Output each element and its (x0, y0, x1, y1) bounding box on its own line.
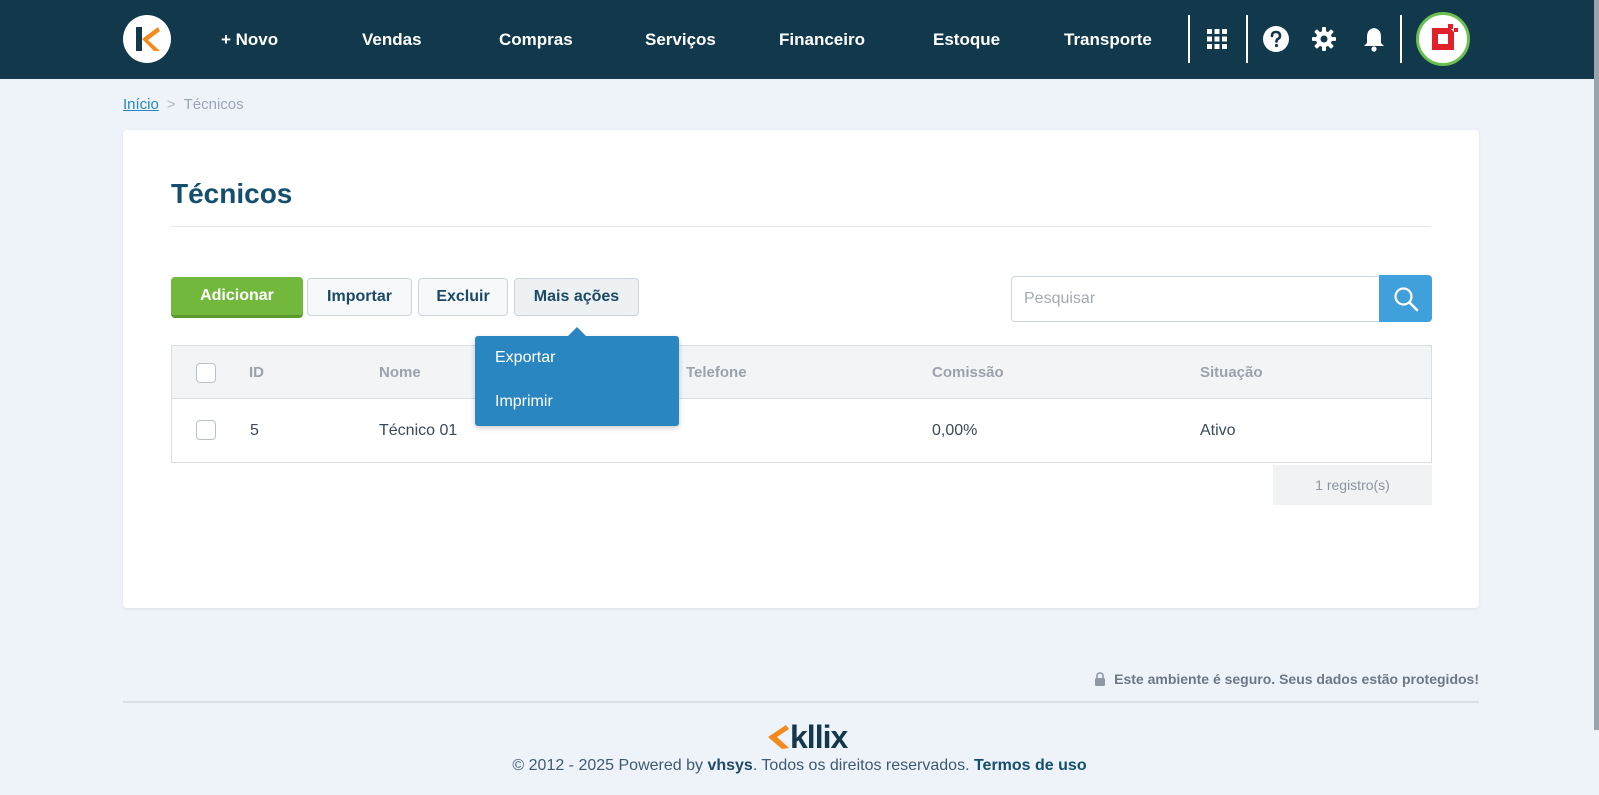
menu-item-exportar[interactable]: Exportar (495, 349, 555, 367)
table-row[interactable]: 5 Técnico 01 0,00% Ativo (172, 399, 1431, 462)
title-divider (171, 226, 1431, 227)
search-button[interactable] (1379, 275, 1432, 322)
column-header-comissao[interactable]: Comissão (932, 346, 1004, 399)
column-header-id[interactable]: ID (249, 346, 264, 399)
help-icon[interactable] (1262, 25, 1290, 53)
select-all-checkbox[interactable] (196, 363, 216, 383)
gear-icon[interactable] (1310, 25, 1338, 53)
bell-icon[interactable] (1360, 25, 1388, 53)
breadcrumb: Início > Técnicos (123, 96, 244, 113)
table-header: ID Nome Telefone Comissão Situação (172, 346, 1431, 399)
copyright-suffix: . Todos os direitos reservados. (752, 757, 970, 774)
page-scrollbar[interactable] (1594, 0, 1599, 730)
breadcrumb-current: Técnicos (183, 96, 244, 113)
nav-divider (1246, 15, 1248, 63)
nav-estoque[interactable]: Estoque (933, 0, 1000, 79)
record-count: 1 registro(s) (1273, 465, 1432, 505)
cell-comissao: 0,00% (932, 422, 978, 439)
nav-servicos[interactable]: Serviços (645, 0, 716, 79)
brand-name: vhsys (707, 757, 753, 774)
search-icon (1393, 286, 1418, 311)
delete-button[interactable]: Excluir (418, 278, 508, 316)
menu-item-imprimir[interactable]: Imprimir (495, 393, 553, 411)
app-logo[interactable] (123, 15, 171, 63)
cell-situacao: Ativo (1200, 422, 1236, 439)
secure-notice: Este ambiente é seguro. Seus dados estão… (1094, 671, 1479, 687)
kllix-logo-icon (136, 27, 160, 51)
breadcrumb-separator: > (166, 96, 176, 113)
footer-logo: kllix (766, 719, 848, 755)
main-card: Técnicos Adicionar Importar Excluir Mais… (123, 130, 1479, 608)
terms-of-use-link[interactable]: Termos de uso (974, 757, 1087, 774)
footer-divider (123, 701, 1479, 703)
lock-icon (1095, 671, 1106, 686)
add-button[interactable]: Adicionar (171, 277, 303, 318)
cell-id: 5 (250, 422, 259, 439)
company-logo-icon (1432, 24, 1458, 50)
column-header-nome[interactable]: Nome (379, 346, 421, 399)
kllix-logo-icon (768, 725, 789, 749)
avatar[interactable] (1416, 12, 1470, 66)
column-header-situacao[interactable]: Situação (1200, 346, 1263, 399)
nav-financeiro[interactable]: Financeiro (779, 0, 865, 79)
secure-notice-text: Este ambiente é seguro. Seus dados estão… (1114, 671, 1479, 687)
nav-divider (1188, 15, 1190, 63)
column-header-telefone[interactable]: Telefone (686, 346, 747, 399)
footer-logo-text: kllix (790, 719, 848, 755)
nav-transporte[interactable]: Transporte (1064, 0, 1152, 79)
copyright-prefix: © 2012 - 2025 Powered by (512, 757, 703, 774)
search-input[interactable] (1011, 276, 1379, 322)
apps-grid-icon[interactable] (1203, 25, 1231, 53)
technicians-table: ID Nome Telefone Comissão Situação 5 Téc… (171, 345, 1432, 463)
nav-novo[interactable]: + Novo (221, 0, 278, 79)
page-title: Técnicos (171, 178, 293, 209)
nav-compras[interactable]: Compras (499, 0, 573, 79)
import-button[interactable]: Importar (307, 278, 412, 316)
row-checkbox[interactable] (196, 420, 216, 440)
breadcrumb-home-link[interactable]: Início (123, 96, 159, 113)
top-navbar: + Novo Vendas Compras Serviços Financeir… (0, 0, 1599, 79)
more-actions-dropdown: Exportar Imprimir (475, 327, 679, 426)
copyright: © 2012 - 2025 Powered by vhsys. Todos os… (0, 757, 1599, 775)
cell-nome: Técnico 01 (379, 422, 458, 439)
nav-vendas[interactable]: Vendas (362, 0, 422, 79)
nav-divider (1400, 15, 1402, 63)
more-actions-button[interactable]: Mais ações (514, 278, 639, 316)
